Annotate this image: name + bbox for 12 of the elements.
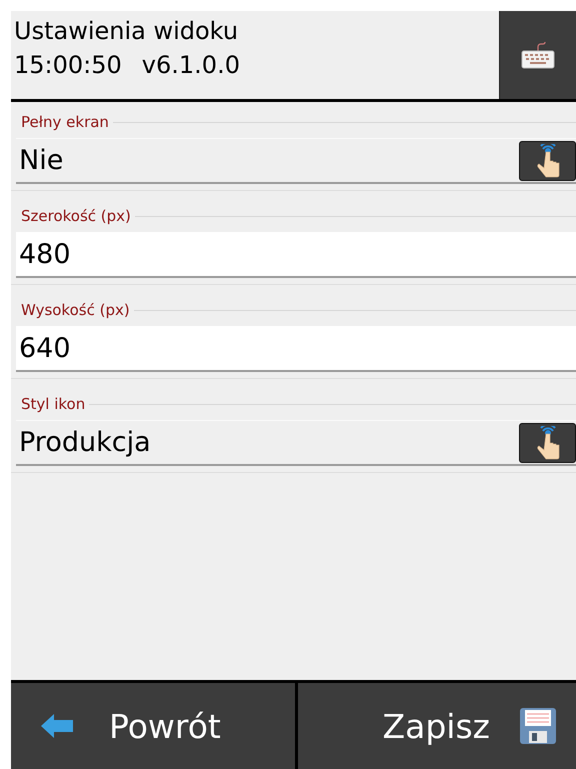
select-field[interactable]: Produkcja bbox=[16, 420, 576, 466]
pick-button[interactable] bbox=[519, 422, 576, 462]
keyboard-button[interactable] bbox=[499, 11, 576, 99]
left-arrow-icon bbox=[41, 713, 73, 739]
keyboard-icon bbox=[521, 40, 555, 70]
pick-button[interactable] bbox=[519, 140, 576, 180]
version-label: v6.1.0.0 bbox=[142, 51, 240, 79]
input-field[interactable]: 640 bbox=[16, 326, 576, 372]
screen-title: Ustawienia widoku bbox=[14, 17, 240, 45]
select-field[interactable]: Nie bbox=[16, 138, 576, 184]
input-field[interactable]: 480 bbox=[16, 232, 576, 278]
clock-time: 15:00:50 bbox=[14, 51, 122, 79]
